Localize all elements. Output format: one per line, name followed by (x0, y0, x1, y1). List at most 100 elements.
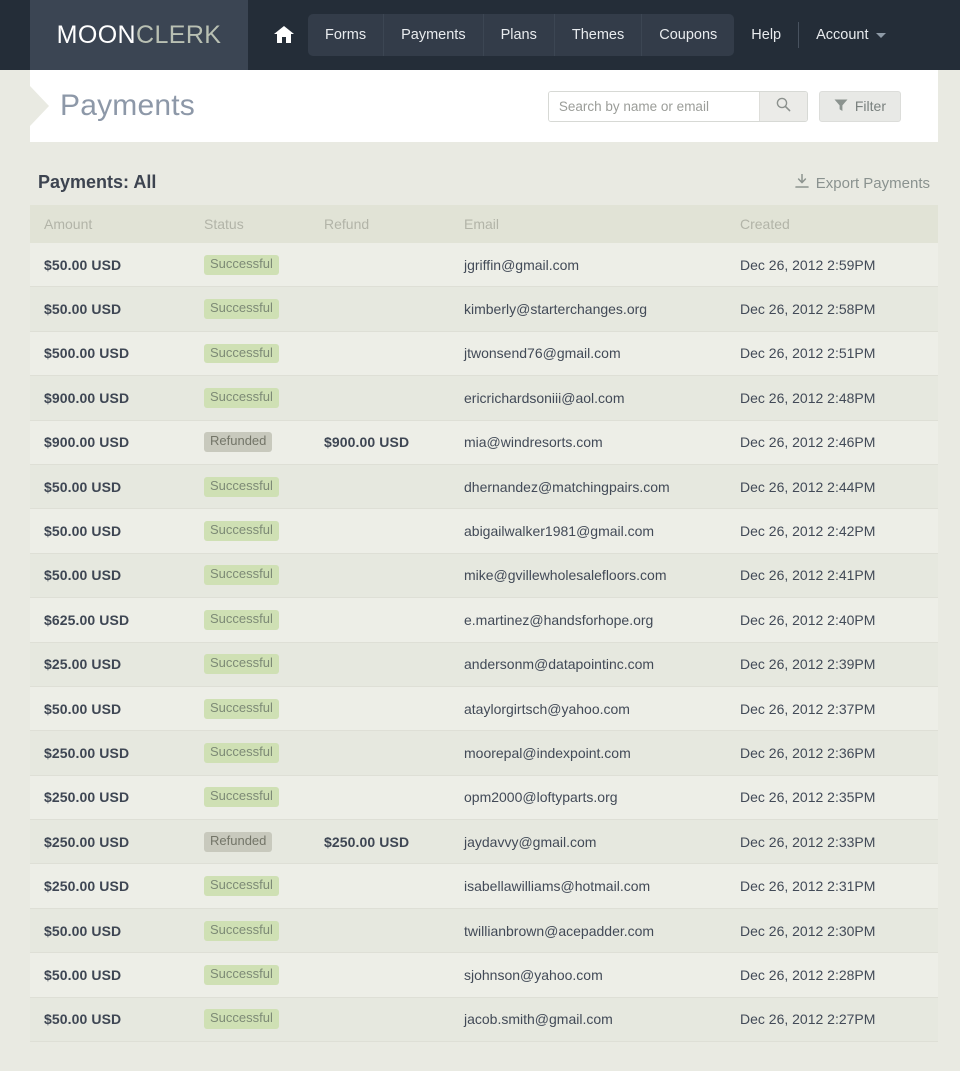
nav-item-help-label: Help (751, 27, 781, 43)
cell-email: jtwonsend76@gmail.com (450, 345, 726, 361)
cell-created: Dec 26, 2012 2:42PM (726, 523, 938, 539)
export-payments-button[interactable]: Export Payments (795, 174, 930, 193)
table-row[interactable]: $50.00 USDSuccessfulabigailwalker1981@gm… (30, 509, 938, 553)
cell-created: Dec 26, 2012 2:36PM (726, 745, 938, 761)
table-row[interactable]: $250.00 USDSuccessfulmoorepal@indexpoint… (30, 731, 938, 775)
nav-item-payments-label: Payments (401, 27, 465, 43)
cell-status: Successful (190, 255, 310, 275)
nav-item-payments[interactable]: Payments (383, 14, 482, 56)
cell-email: e.martinez@handsforhope.org (450, 612, 726, 628)
cell-amount: $250.00 USD (30, 834, 190, 850)
cell-status: Successful (190, 876, 310, 896)
table-row[interactable]: $50.00 USDSuccessfuljacob.smith@gmail.co… (30, 998, 938, 1042)
cell-status: Successful (190, 965, 310, 985)
nav-secondary-group: Help Account (734, 14, 902, 56)
cell-created: Dec 26, 2012 2:51PM (726, 345, 938, 361)
table-row[interactable]: $25.00 USDSuccessfulandersonm@datapointi… (30, 643, 938, 687)
cell-amount: $250.00 USD (30, 878, 190, 894)
table-row[interactable]: $50.00 USDSuccessfulkimberly@starterchan… (30, 287, 938, 331)
cell-email: jaydavvy@gmail.com (450, 834, 726, 850)
filter-button[interactable]: Filter (819, 91, 901, 122)
logo-clerk-text: CLERK (136, 21, 221, 49)
column-header-email[interactable]: Email (450, 216, 726, 232)
cell-status: Successful (190, 654, 310, 674)
column-header-amount[interactable]: Amount (30, 216, 190, 232)
status-badge: Successful (204, 565, 279, 585)
status-badge: Refunded (204, 832, 272, 852)
cell-amount: $50.00 USD (30, 523, 190, 539)
table-row[interactable]: $50.00 USDSuccessfultwillianbrown@acepad… (30, 909, 938, 953)
cell-status: Refunded (190, 432, 310, 452)
table-row[interactable]: $50.00 USDSuccessfuljgriffin@gmail.comDe… (30, 243, 938, 287)
nav-item-themes[interactable]: Themes (554, 14, 641, 56)
cell-amount: $50.00 USD (30, 923, 190, 939)
search-submit-button[interactable] (759, 92, 807, 121)
nav-item-forms[interactable]: Forms (308, 14, 383, 56)
cell-created: Dec 26, 2012 2:31PM (726, 878, 938, 894)
cell-created: Dec 26, 2012 2:37PM (726, 701, 938, 717)
funnel-icon (834, 98, 848, 115)
cell-created: Dec 26, 2012 2:33PM (726, 834, 938, 850)
column-header-created[interactable]: Created (726, 216, 938, 232)
cell-email: jacob.smith@gmail.com (450, 1011, 726, 1027)
cell-email: ericrichardsoniii@aol.com (450, 390, 726, 406)
section-title: Payments: All (38, 172, 156, 193)
cell-email: mike@gvillewholesalefloors.com (450, 567, 726, 583)
status-badge: Successful (204, 388, 279, 408)
cell-status: Successful (190, 299, 310, 319)
status-badge: Successful (204, 699, 279, 719)
cell-email: opm2000@loftyparts.org (450, 789, 726, 805)
nav-item-coupons[interactable]: Coupons (641, 14, 734, 56)
table-row[interactable]: $625.00 USD Successful e.martinez@handsfor… (30, 598, 938, 642)
table-row[interactable]: $250.00 USDRefunded$250.00 USDjaydavvy@g… (30, 820, 938, 864)
status-badge: Successful (204, 610, 279, 630)
cell-refund: $900.00 USD (310, 434, 450, 450)
export-payments-label: Export Payments (816, 175, 930, 192)
section-header: Payments: All Export Payments (30, 172, 938, 205)
table-row[interactable]: $500.00 USDSuccessfuljtwonsend76@gmail.c… (30, 332, 938, 376)
download-icon (795, 174, 809, 193)
status-badge: Successful (204, 876, 279, 896)
cell-status: Successful (190, 743, 310, 763)
cell-amount: $900.00 USD (30, 390, 190, 406)
status-badge: Successful (204, 787, 279, 807)
cell-status: Successful (190, 699, 310, 719)
cell-created: Dec 26, 2012 2:35PM (726, 789, 938, 805)
cell-amount: $900.00 USD (30, 434, 190, 450)
search-input[interactable] (549, 92, 759, 121)
nav-item-help[interactable]: Help (734, 27, 798, 43)
table-row[interactable]: $50.00 USDSuccessfulmike@gvillewholesale… (30, 554, 938, 598)
column-header-refund[interactable]: Refund (310, 216, 450, 232)
cell-amount: $50.00 USD (30, 301, 190, 317)
cell-amount: $500.00 USD (30, 345, 190, 361)
cell-amount: $50.00 USD (30, 257, 190, 273)
cell-email: sjohnson@yahoo.com (450, 967, 726, 983)
status-badge: Successful (204, 921, 279, 941)
table-row[interactable]: $50.00 USDSuccessfulsjohnson@yahoo.comDe… (30, 953, 938, 997)
nav-items-container: Forms Payments Plans Themes Coupons Help… (248, 0, 960, 70)
nav-item-plans[interactable]: Plans (483, 14, 554, 56)
search-icon (776, 97, 791, 115)
cell-created: Dec 26, 2012 2:48PM (726, 390, 938, 406)
nav-item-account[interactable]: Account (799, 27, 902, 43)
table-row[interactable]: $900.00 USD Successful ericrichardsoniii@a… (30, 376, 938, 420)
table-row[interactable]: $900.00 USDRefunded$900.00 USDmia@windre… (30, 421, 938, 465)
table-row[interactable]: $50.00 USDSuccessfulataylorgirtsch@yahoo… (30, 687, 938, 731)
column-header-status[interactable]: Status (190, 216, 310, 232)
cell-created: Dec 26, 2012 2:30PM (726, 923, 938, 939)
cell-status: Successful (190, 921, 310, 941)
status-badge: Successful (204, 299, 279, 319)
cell-email: dhernandez@matchingpairs.com (450, 479, 726, 495)
nav-home-button[interactable] (260, 26, 308, 44)
cell-status: Refunded (190, 832, 310, 852)
table-row[interactable]: $250.00 USDSuccessfulopm2000@loftyparts.… (30, 776, 938, 820)
cell-created: Dec 26, 2012 2:41PM (726, 567, 938, 583)
table-row[interactable]: $50.00 USDSuccessfuldhernandez@matchingp… (30, 465, 938, 509)
logo[interactable]: MOONCLERK (30, 0, 248, 70)
cell-amount: $625.00 USD (30, 612, 190, 628)
cell-amount: $50.00 USD (30, 967, 190, 983)
table-row[interactable]: $250.00 USDSuccessfulisabellawilliams@ho… (30, 864, 938, 908)
cell-created: Dec 26, 2012 2:44PM (726, 479, 938, 495)
logo-moon-text: MOON (57, 21, 136, 49)
status-badge: Successful (204, 965, 279, 985)
